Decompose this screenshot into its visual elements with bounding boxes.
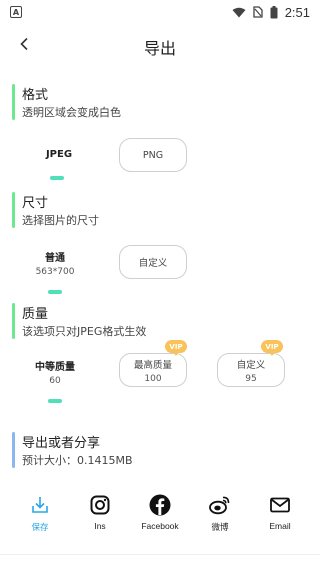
export-estimate: 预计大小：0.1415MB (22, 454, 133, 467)
quality-option-value: 95 (245, 373, 257, 384)
vip-badge: VIP (165, 340, 187, 356)
email-icon (269, 494, 291, 516)
battery-icon (270, 5, 278, 18)
selected-indicator (48, 290, 62, 294)
format-option-png[interactable]: PNG (119, 138, 187, 172)
format-section: 格式 透明区域会变成白色 JPEG PNG (12, 84, 312, 194)
format-title: 格式 (22, 88, 49, 103)
share-label: Ins (94, 521, 106, 531)
selected-indicator (48, 399, 62, 403)
share-weibo-button[interactable]: 微博 (192, 494, 248, 534)
share-label: 微博 (211, 522, 229, 532)
size-title: 尺寸 (22, 196, 49, 211)
instagram-icon (89, 494, 111, 516)
quality-section: 质量 该选项只对JPEG格式生效 中等质量 60 最高质量 100 VIP 自定… (12, 303, 312, 423)
facebook-icon (149, 494, 171, 516)
bottom-divider (0, 554, 320, 555)
quality-option-label: 中等质量 (35, 362, 75, 373)
format-option-jpeg[interactable]: JPEG (34, 149, 84, 160)
size-option-dimensions: 563*700 (35, 267, 75, 277)
status-time: 2:51 (284, 4, 310, 20)
size-option-label: 普通 (45, 253, 65, 264)
export-title: 导出或者分享 (22, 436, 101, 451)
app-header: 导出 (0, 24, 320, 64)
page-title: 导出 (143, 39, 176, 58)
share-save-button[interactable]: 保存 (12, 494, 68, 534)
app-notification-icon: A (10, 6, 22, 18)
section-accent-bar (12, 432, 15, 468)
no-sim-icon (253, 6, 263, 18)
quality-option-medium[interactable]: 中等质量 60 (28, 358, 82, 386)
section-accent-bar (12, 84, 15, 120)
quality-desc: 该选项只对JPEG格式生效 (22, 325, 147, 338)
share-facebook-button[interactable]: Facebook (132, 494, 188, 534)
format-option-label: JPEG (45, 149, 73, 160)
format-desc: 透明区域会变成白色 (22, 106, 121, 119)
quality-option-label: 最高质量 (133, 359, 172, 371)
share-instagram-button[interactable]: Ins (72, 494, 128, 534)
share-label: Facebook (141, 521, 179, 531)
status-bar: A 2:51 (0, 0, 320, 24)
size-option-label: 自定义 (138, 258, 168, 269)
quality-option-label: 自定义 (236, 359, 266, 371)
size-option-custom[interactable]: 自定义 (119, 245, 187, 279)
vip-badge: VIP (261, 340, 283, 356)
quality-title: 质量 (22, 307, 49, 322)
quality-option-value: 60 (49, 376, 61, 386)
size-option-normal[interactable]: 普通 563*700 (30, 249, 80, 277)
wifi-icon (232, 7, 246, 17)
format-option-label: PNG (142, 149, 164, 161)
selected-indicator (50, 176, 64, 180)
export-section: 导出或者分享 预计大小：0.1415MB (12, 432, 312, 472)
section-accent-bar (12, 303, 15, 339)
share-label: 保存 (31, 522, 49, 532)
size-section: 尺寸 选择图片的尺寸 普通 563*700 自定义 (12, 192, 312, 302)
section-accent-bar (12, 192, 15, 228)
share-label: Email (269, 521, 291, 531)
download-icon (29, 494, 51, 516)
share-email-button[interactable]: Email (252, 494, 308, 534)
size-desc: 选择图片的尺寸 (22, 214, 99, 227)
share-bar: 保存 Ins Facebook 微博 Email (0, 494, 320, 534)
weibo-icon (209, 494, 231, 516)
quality-option-value: 100 (144, 373, 162, 384)
quality-option-custom[interactable]: 自定义 95 (217, 353, 285, 387)
quality-option-highest[interactable]: 最高质量 100 (119, 353, 187, 387)
status-icons: 2:51 (232, 5, 310, 20)
